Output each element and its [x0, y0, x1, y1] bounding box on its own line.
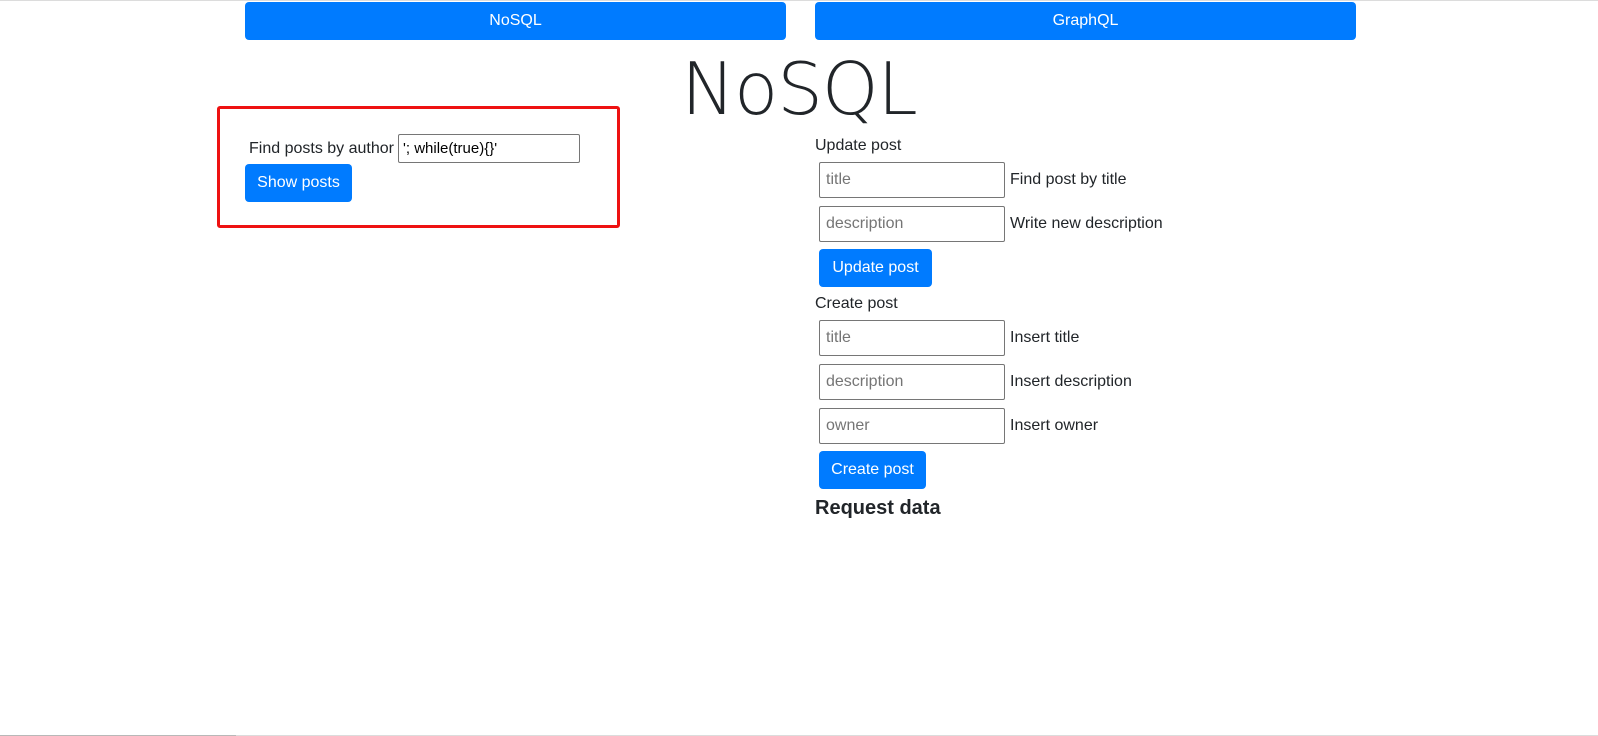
create-post-heading: Create post: [815, 295, 898, 312]
update-title-hint: Find post by title: [1010, 171, 1127, 188]
update-post-heading: Update post: [815, 137, 902, 154]
create-description-input[interactable]: [819, 364, 1005, 400]
update-description-hint: Write new description: [1010, 215, 1163, 232]
create-post-button[interactable]: Create post: [819, 451, 926, 489]
update-post-button[interactable]: Update post: [819, 249, 932, 287]
update-description-input[interactable]: [819, 206, 1005, 242]
create-title-hint: Insert title: [1010, 329, 1080, 346]
top-border: [0, 0, 1598, 1]
update-title-input[interactable]: [819, 162, 1005, 198]
create-description-hint: Insert description: [1010, 373, 1132, 390]
author-search-input[interactable]: [398, 134, 580, 163]
show-posts-button[interactable]: Show posts: [245, 164, 352, 202]
nosql-nav-button[interactable]: NoSQL: [245, 2, 786, 40]
graphql-nav-button[interactable]: GraphQL: [815, 2, 1356, 40]
create-title-input[interactable]: [819, 320, 1005, 356]
find-posts-by-author-label: Find posts by author: [249, 140, 394, 157]
create-owner-input[interactable]: [819, 408, 1005, 444]
request-data-heading: Request data: [815, 497, 941, 519]
create-owner-hint: Insert owner: [1010, 417, 1099, 434]
